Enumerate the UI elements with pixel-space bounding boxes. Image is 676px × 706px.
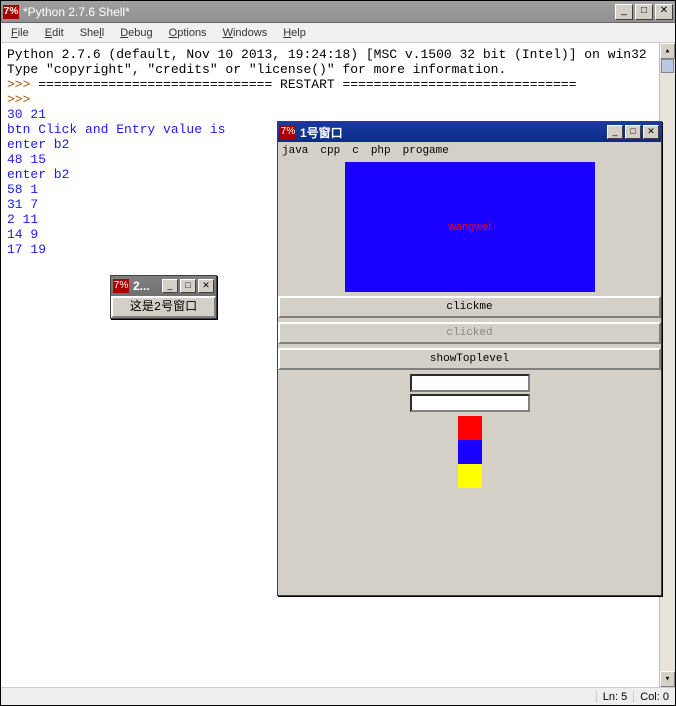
status-col: Col: 0: [633, 691, 675, 703]
prompt-1: >>>: [7, 77, 38, 92]
window-2-controls: _ □ ✕: [162, 279, 214, 293]
clicked-button[interactable]: clicked: [278, 322, 661, 344]
python-icon: 7%: [3, 5, 19, 19]
menu-file[interactable]: File: [3, 25, 37, 41]
out-10: 17 19: [7, 242, 46, 257]
out-2: btn Click and Entry value is: [7, 122, 225, 137]
menu-options[interactable]: Options: [161, 25, 215, 41]
hint-text: Type "copyright", "credits" or "license(…: [7, 62, 506, 77]
shell-content-area: Python 2.7.6 (default, Nov 10 2013, 19:2…: [1, 43, 675, 687]
entry-1[interactable]: [410, 374, 530, 392]
status-line: Ln: 5: [596, 691, 633, 703]
scroll-down-arrow-icon[interactable]: ▾: [660, 671, 675, 687]
menu-cpp[interactable]: cpp: [320, 145, 340, 157]
window-1-titlebar[interactable]: 7% 1号窗口 _ □ ✕: [278, 122, 661, 142]
window-2: 7% 2... _ □ ✕ 这是2号窗口: [110, 275, 217, 319]
menu-help[interactable]: Help: [275, 25, 314, 41]
color-red[interactable]: [458, 416, 482, 440]
win1-maximize-button[interactable]: □: [625, 125, 641, 139]
out-1: 30 21: [7, 107, 46, 122]
entry-2[interactable]: [410, 394, 530, 412]
window-1: 7% 1号窗口 _ □ ✕ java cpp c php progame wan…: [277, 121, 662, 596]
scroll-thumb[interactable]: [661, 59, 674, 73]
tk-icon: 7%: [280, 125, 296, 139]
win2-maximize-button[interactable]: □: [180, 279, 196, 293]
close-button[interactable]: ✕: [655, 4, 673, 20]
window-2-title: 2...: [133, 279, 162, 293]
scroll-up-arrow-icon[interactable]: ▴: [660, 43, 675, 59]
banner-text: Python 2.7.6 (default, Nov 10 2013, 19:2…: [7, 47, 647, 62]
menu-debug[interactable]: Debug: [112, 25, 160, 41]
window-1-body: java cpp c php progame wangwei clickme c…: [278, 142, 661, 488]
win2-minimize-button[interactable]: _: [162, 279, 178, 293]
prompt-2: >>>: [7, 92, 38, 107]
win2-close-button[interactable]: ✕: [198, 279, 214, 293]
menu-php[interactable]: php: [371, 145, 391, 157]
main-title: *Python 2.7.6 Shell*: [23, 5, 615, 19]
menu-java[interactable]: java: [282, 145, 308, 157]
tk-icon: 7%: [113, 279, 129, 293]
out-8: 2 11: [7, 212, 38, 227]
minimize-button[interactable]: _: [615, 4, 633, 20]
line-label: Ln:: [603, 691, 621, 703]
col-label: Col:: [640, 691, 663, 703]
color-blue[interactable]: [458, 440, 482, 464]
color-yellow[interactable]: [458, 464, 482, 488]
out-5: enter b2: [7, 167, 69, 182]
menu-progame[interactable]: progame: [403, 145, 449, 157]
menu-edit[interactable]: Edit: [37, 25, 72, 41]
canvas[interactable]: wangwei: [345, 162, 595, 292]
window-1-title: 1号窗口: [300, 124, 607, 141]
out-3: enter b2: [7, 137, 69, 152]
line-value: 5: [621, 691, 627, 703]
clickme-button[interactable]: clickme: [278, 296, 661, 318]
col-value: 0: [663, 691, 669, 703]
win1-minimize-button[interactable]: _: [607, 125, 623, 139]
window-1-menubar: java cpp c php progame: [278, 142, 661, 160]
restart-line: ============================== RESTART =…: [38, 77, 576, 92]
menu-shell[interactable]: Shell: [72, 25, 112, 41]
maximize-button[interactable]: □: [635, 4, 653, 20]
menu-c[interactable]: c: [352, 145, 359, 157]
window-2-titlebar[interactable]: 7% 2... _ □ ✕: [111, 276, 216, 296]
out-9: 14 9: [7, 227, 38, 242]
out-4: 48 15: [7, 152, 46, 167]
win1-close-button[interactable]: ✕: [643, 125, 659, 139]
window-2-button[interactable]: 这是2号窗口: [111, 296, 216, 318]
showtoplevel-button[interactable]: showToplevel: [278, 348, 661, 370]
window-1-controls: _ □ ✕: [607, 125, 659, 139]
main-titlebar: 7% *Python 2.7.6 Shell* _ □ ✕: [1, 1, 675, 23]
canvas-text: wangwei: [448, 221, 491, 233]
menu-windows[interactable]: Windows: [215, 25, 276, 41]
main-menubar: File Edit Shell Debug Options Windows He…: [1, 23, 675, 43]
window-2-body: 这是2号窗口: [111, 296, 216, 318]
main-window-controls: _ □ ✕: [615, 4, 673, 20]
out-6: 58 1: [7, 182, 38, 197]
out-7: 31 7: [7, 197, 38, 212]
status-bar: Ln: 5 Col: 0: [1, 687, 675, 705]
color-stack: [458, 416, 482, 488]
